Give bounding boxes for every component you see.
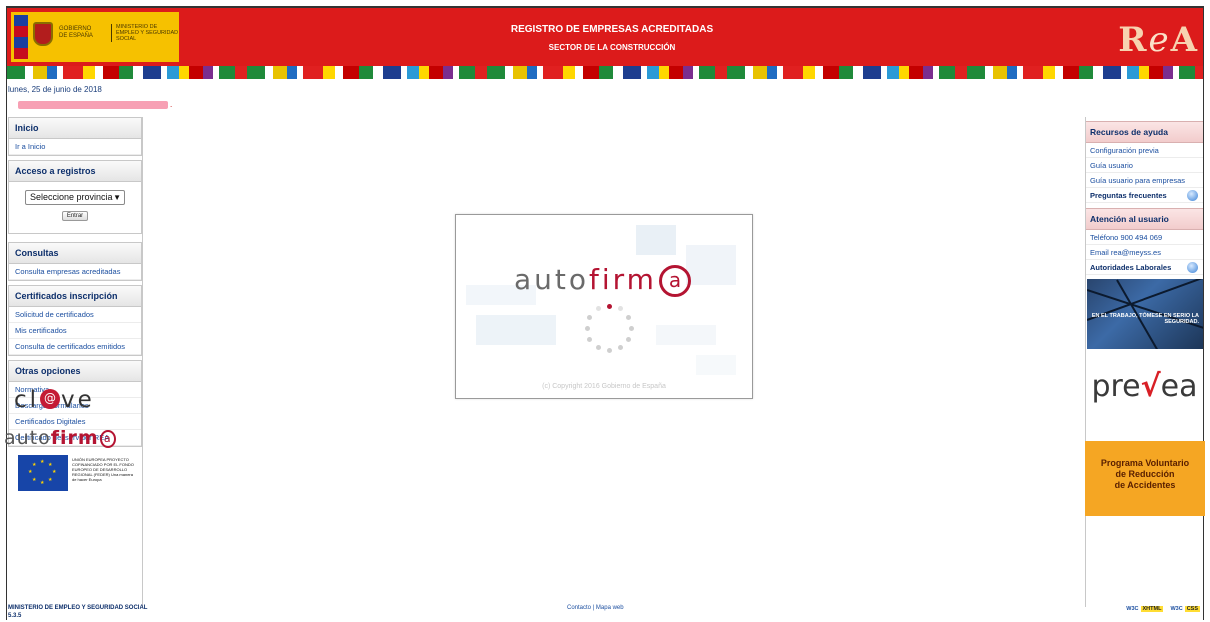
menu-heading: Acceso a registros xyxy=(9,161,141,182)
current-date: lunes, 25 de junio de 2018 xyxy=(8,85,102,94)
menu-item-solicitud-certificados[interactable]: Solicitud de certificados xyxy=(9,307,141,323)
link-guia-usuario[interactable]: Guía usuario xyxy=(1086,158,1203,173)
page-title: REGISTRO DE EMPRESAS ACREDITADAS xyxy=(510,24,714,35)
help-resources-heading: Recursos de ayuda xyxy=(1086,121,1203,143)
w3c-badges: W3C XHTML W3C CSS xyxy=(1124,605,1202,613)
info-circle-icon xyxy=(1187,262,1198,273)
chevron-down-icon: ▼ xyxy=(113,193,121,202)
rea-logo[interactable]: ReA xyxy=(1118,20,1199,60)
checkmark-icon: √ xyxy=(1140,369,1161,404)
spinner-dot xyxy=(625,336,631,342)
programa-voluntario-banner[interactable]: Programa Voluntario de Reducción de Acci… xyxy=(1085,441,1205,516)
government-name: GOBIERNO DE ESPAÑA xyxy=(59,26,93,39)
programa-line-2: de Reducción xyxy=(1115,469,1175,479)
province-select[interactable]: Seleccione provincia ▼ xyxy=(25,190,125,205)
support-phone: Teléfono 900 494 069 xyxy=(1086,230,1203,245)
link-guia-empresas[interactable]: Guía usuario para empresas xyxy=(1086,173,1203,188)
safety-banner-text: EN EL TRABAJO, TÓMESE EN SERIO LA SEGURI… xyxy=(1091,313,1199,325)
autofirma-brand: autofirm a xyxy=(514,263,691,297)
spinner-dot xyxy=(617,344,623,350)
at-sign-icon: a xyxy=(658,265,691,297)
site-map-link[interactable]: Mapa web xyxy=(596,605,624,611)
spinner-dot xyxy=(625,314,631,320)
prevea-logo[interactable]: pre√ea xyxy=(1086,369,1203,441)
link-preguntas-frecuentes[interactable]: Preguntas frecuentes xyxy=(1086,188,1203,203)
menu-item-consulta-certificados[interactable]: Consulta de certificados emitidos xyxy=(9,339,141,355)
spinner-dot xyxy=(584,325,590,331)
menu-acceso-registros: Acceso a registros Seleccione provincia ▼… xyxy=(8,160,142,234)
spinner-dot xyxy=(628,325,634,331)
spinner-dot xyxy=(595,344,601,350)
spinner-dot xyxy=(587,336,593,342)
programa-line-3: de Accidentes xyxy=(1114,480,1176,490)
at-sign-icon: @ xyxy=(40,388,61,409)
eu-flag-icon: ★ ★ ★ ★ ★ ★ ★ ★ xyxy=(18,455,68,491)
autofirma-logo[interactable]: autofirm a xyxy=(4,427,116,449)
loading-spinner-icon xyxy=(581,300,637,356)
menu-heading: Otras opciones xyxy=(9,361,141,382)
menu-heading: Inicio xyxy=(9,118,141,139)
footer-ministry: MINISTERIO DE EMPLEO Y SEGURIDAD SOCIAL … xyxy=(8,604,147,620)
regional-flags-band xyxy=(7,66,1203,79)
menu-heading: Consultas xyxy=(9,243,141,264)
right-sidebar: Recursos de ayuda Configuración previa G… xyxy=(1085,117,1205,607)
contact-link[interactable]: Contacto xyxy=(567,605,591,611)
spinner-dot xyxy=(595,306,601,312)
link-configuracion-previa[interactable]: Configuración previa xyxy=(1086,143,1203,158)
user-name-redacted xyxy=(18,101,168,109)
safety-campaign-banner[interactable]: EN EL TRABAJO, TÓMESE EN SERIO LA SEGURI… xyxy=(1087,279,1203,349)
spinner-dot xyxy=(606,347,612,353)
footer-ministry-name: MINISTERIO DE EMPLEO Y SEGURIDAD SOCIAL xyxy=(8,605,148,611)
menu-heading: Certificados inscripción xyxy=(9,286,141,307)
menu-inicio: Inicio Ir a Inicio xyxy=(8,117,142,156)
programa-line-1: Programa Voluntario xyxy=(1100,458,1190,468)
clave-logo[interactable]: cl @ ve xyxy=(14,387,95,413)
footer-links: Contacto | Mapa web xyxy=(567,605,624,611)
spinner-dot xyxy=(606,303,612,309)
at-sign-icon: a xyxy=(99,429,116,448)
spinner-dot xyxy=(587,314,593,320)
menu-item-mis-certificados[interactable]: Mis certificados xyxy=(9,323,141,339)
government-logo[interactable]: GOBIERNO DE ESPAÑA MINISTERIO DE EMPLEO … xyxy=(11,12,179,62)
menu-consultas: Consultas Consulta empresas acreditadas xyxy=(8,242,142,281)
menu-item-ir-a-inicio[interactable]: Ir a Inicio xyxy=(9,139,141,155)
eu-feder-logo[interactable]: ★ ★ ★ ★ ★ ★ ★ ★ UNIÓN EUROPEA PROYECTO COFINA… xyxy=(8,451,142,493)
user-support-heading: Atención al usuario xyxy=(1086,208,1203,230)
w3c-xhtml-badge[interactable]: W3C XHTML xyxy=(1124,605,1165,613)
user-name-end: . xyxy=(170,100,173,109)
w3c-css-badge[interactable]: W3C CSS xyxy=(1168,605,1202,613)
support-email[interactable]: Email rea@meyss.es xyxy=(1086,245,1203,260)
copyright-text: (c) Copyright 2016 Gobierno de España xyxy=(542,383,666,390)
autofirma-loading-dialog: autofirm a (c) Copyright 2016 Gobierno de… xyxy=(455,214,753,399)
header-banner: GOBIERNO DE ESPAÑA MINISTERIO DE EMPLEO … xyxy=(7,8,1203,66)
link-autoridades-laborales[interactable]: Autoridades Laborales xyxy=(1086,260,1203,275)
spain-flag-icon xyxy=(14,15,28,59)
info-circle-icon xyxy=(1187,190,1198,201)
menu-item-consulta-empresas[interactable]: Consulta empresas acreditadas xyxy=(9,264,141,280)
coat-of-arms-icon xyxy=(33,22,53,46)
spinner-dot xyxy=(617,306,623,312)
enter-button[interactable]: Entrar xyxy=(61,211,89,221)
page-subtitle: SECTOR DE LA CONSTRUCCIÓN xyxy=(548,43,676,52)
menu-certificados: Certificados inscripción Solicitud de ce… xyxy=(8,285,142,356)
eu-feder-text: UNIÓN EUROPEA PROYECTO COFINANCIADO POR … xyxy=(72,457,134,482)
ministry-name: MINISTERIO DE EMPLEO Y SEGURIDAD SOCIAL xyxy=(111,24,181,42)
left-sidebar: Inicio Ir a Inicio Acceso a registros Se… xyxy=(8,117,143,607)
app-version: 5.3.5 xyxy=(8,613,22,619)
